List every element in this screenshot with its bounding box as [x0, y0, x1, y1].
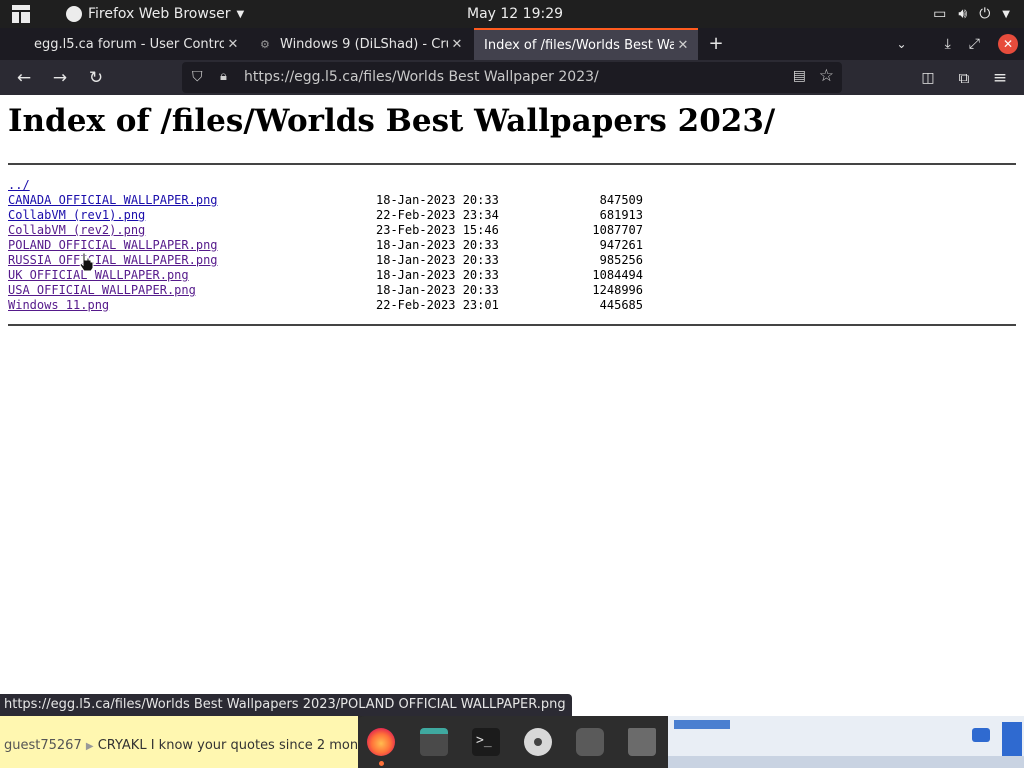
file-link[interactable]: USA OFFICIAL WALLPAPER.png: [8, 283, 196, 297]
file-link[interactable]: CollabVM (rev2).png: [8, 223, 145, 237]
screenshot-icon[interactable]: [576, 728, 604, 756]
close-tab-icon[interactable]: ✕: [674, 38, 692, 53]
maximize-icon[interactable]: ⤢: [969, 36, 980, 52]
file-size: 1087707: [592, 223, 643, 237]
power-icon[interactable]: ⏻: [979, 6, 990, 22]
tab-label: Windows 9 (DiLShad) - Crus: [280, 36, 448, 52]
list-item: POLAND OFFICIAL WALLPAPER.png 18-Jan-202…: [8, 238, 708, 253]
navigation-bar: ← → ↻ ⛉ 🔒︎ https://egg.l5.ca/files/World…: [0, 60, 1024, 95]
file-listing: ../ CANADA OFFICIAL WALLPAPER.png 18-Jan…: [8, 178, 708, 313]
file-date: 18-Jan-2023 20:33: [376, 238, 499, 252]
file-date: 18-Jan-2023 20:33: [376, 283, 499, 297]
new-tab-button[interactable]: +: [706, 28, 726, 60]
file-date: 18-Jan-2023 20:33: [376, 253, 499, 267]
close-tab-icon[interactable]: ✕: [224, 37, 242, 52]
tab-windows9[interactable]: ⚙ Windows 9 (DiLShad) - Crus ✕: [250, 28, 472, 60]
file-date: 22-Feb-2023 23:01: [376, 298, 499, 312]
forward-button[interactable]: →: [48, 66, 72, 90]
divider: [8, 324, 1016, 326]
page-title: Index of /files/Worlds Best Wallpapers 2…: [8, 103, 776, 139]
back-button[interactable]: ←: [12, 66, 36, 90]
file-size: 947261: [599, 238, 643, 252]
chat-username: guest75267: [4, 738, 82, 753]
list-item: Windows 11.png 22-Feb-2023 23:01 445685: [8, 298, 708, 313]
divider: [8, 163, 1016, 165]
list-item: RUSSIA OFFICIAL WALLPAPER.png 18-Jan-202…: [8, 253, 708, 268]
list-item: CANADA OFFICIAL WALLPAPER.png 18-Jan-202…: [8, 193, 708, 208]
tab-label: Index of /files/Worlds Best Wal: [484, 37, 674, 53]
volume-icon[interactable]: 🔊︎: [958, 6, 967, 22]
parent-directory-link[interactable]: ../: [8, 178, 30, 192]
app-menu[interactable]: Firefox Web Browser ▼: [66, 0, 244, 28]
reader-view-icon[interactable]: ▤: [793, 68, 806, 84]
dock: >_: [358, 716, 668, 768]
file-date: 18-Jan-2023 20:33: [376, 268, 499, 282]
disc-icon[interactable]: [524, 728, 552, 756]
list-item: UK OFFICIAL WALLPAPER.png 18-Jan-2023 20…: [8, 268, 708, 283]
tab-strip-controls: ⌄ ⤓ ⤢ ✕: [897, 28, 1018, 60]
tab-index-active[interactable]: Index of /files/Worlds Best Wal ✕: [474, 28, 698, 60]
tab-strip: egg.l5.ca forum - User Control ✕ ⚙ Windo…: [0, 28, 1024, 60]
system-top-bar: Firefox Web Browser ▼ May 12 19:29 ▭ 🔊︎ …: [0, 0, 1024, 28]
file-size: 985256: [599, 253, 643, 267]
file-size: 445685: [599, 298, 643, 312]
file-size: 681913: [599, 208, 643, 222]
minimize-icon[interactable]: ⤓: [945, 36, 951, 52]
chat-arrow-icon: ▶: [85, 741, 94, 752]
tracking-shield-icon[interactable]: ⛉: [192, 69, 203, 85]
tab-label: egg.l5.ca forum - User Control: [34, 36, 224, 52]
clock[interactable]: May 12 19:29: [467, 0, 563, 28]
terminal-icon[interactable]: >_: [472, 728, 500, 756]
caret-down-icon: ▼: [236, 8, 245, 20]
hand-cursor-icon: [79, 252, 94, 272]
file-link[interactable]: POLAND OFFICIAL WALLPAPER.png: [8, 238, 218, 252]
chevron-down-icon[interactable]: ▼: [1002, 9, 1010, 20]
tab-forum[interactable]: egg.l5.ca forum - User Control ✕: [24, 28, 248, 60]
screen-icon[interactable]: ▭: [933, 6, 946, 22]
url-text[interactable]: https://egg.l5.ca/files/Worlds Best Wall…: [244, 62, 599, 93]
background-window-thumbnail: [668, 716, 1024, 768]
list-item: ../: [8, 178, 708, 193]
close-window-icon[interactable]: ✕: [998, 34, 1018, 54]
pocket-icon[interactable]: ◫: [916, 66, 940, 90]
firefox-icon: [66, 6, 82, 22]
list-item: CollabVM (rev1).png 22-Feb-2023 23:34 68…: [8, 208, 708, 223]
hamburger-menu-icon[interactable]: ≡: [988, 66, 1012, 90]
app-menu-label: Firefox Web Browser: [88, 6, 231, 22]
file-date: 18-Jan-2023 20:33: [376, 193, 499, 207]
lock-icon[interactable]: 🔒︎: [220, 69, 227, 84]
file-link[interactable]: RUSSIA OFFICIAL WALLPAPER.png: [8, 253, 218, 267]
list-item: CollabVM (rev2).png 23-Feb-2023 15:46 10…: [8, 223, 708, 238]
url-bar[interactable]: ⛉ 🔒︎ https://egg.l5.ca/files/Worlds Best…: [182, 62, 842, 93]
file-date: 22-Feb-2023 23:34: [376, 208, 499, 222]
extensions-icon[interactable]: ⧉: [952, 66, 976, 90]
file-link[interactable]: CANADA OFFICIAL WALLPAPER.png: [8, 193, 218, 207]
close-tab-icon[interactable]: ✕: [448, 37, 466, 52]
page-favicon-icon: ⚙: [260, 38, 270, 51]
list-all-tabs-icon[interactable]: ⌄: [897, 37, 907, 51]
file-size: 1084494: [592, 268, 643, 282]
file-link[interactable]: Windows 11.png: [8, 298, 109, 312]
file-date: 23-Feb-2023 15:46: [376, 223, 499, 237]
list-item: USA OFFICIAL WALLPAPER.png 18-Jan-2023 2…: [8, 283, 708, 298]
file-size: 847509: [599, 193, 643, 207]
trash-icon[interactable]: [628, 728, 656, 756]
reload-button[interactable]: ↻: [84, 66, 108, 90]
running-indicator: [379, 761, 384, 766]
file-link[interactable]: UK OFFICIAL WALLPAPER.png: [8, 268, 189, 282]
activities-icon[interactable]: [12, 5, 30, 23]
chat-message: guest75267 ▶ CRYAKL I know your quotes s…: [4, 738, 358, 753]
page-content: Index of /files/Worlds Best Wallpapers 2…: [0, 95, 1024, 716]
file-link[interactable]: CollabVM (rev1).png: [8, 208, 145, 222]
file-size: 1248996: [592, 283, 643, 297]
chat-text: CRYAKL I know your quotes since 2 month: [97, 738, 358, 753]
bookmark-star-icon[interactable]: ☆: [819, 66, 834, 86]
firefox-icon[interactable]: [367, 728, 395, 756]
files-icon[interactable]: [420, 728, 448, 756]
status-link-preview: https://egg.l5.ca/files/Worlds Best Wall…: [0, 694, 572, 716]
system-tray[interactable]: ▭ 🔊︎ ⏻ ▼: [933, 0, 1010, 28]
